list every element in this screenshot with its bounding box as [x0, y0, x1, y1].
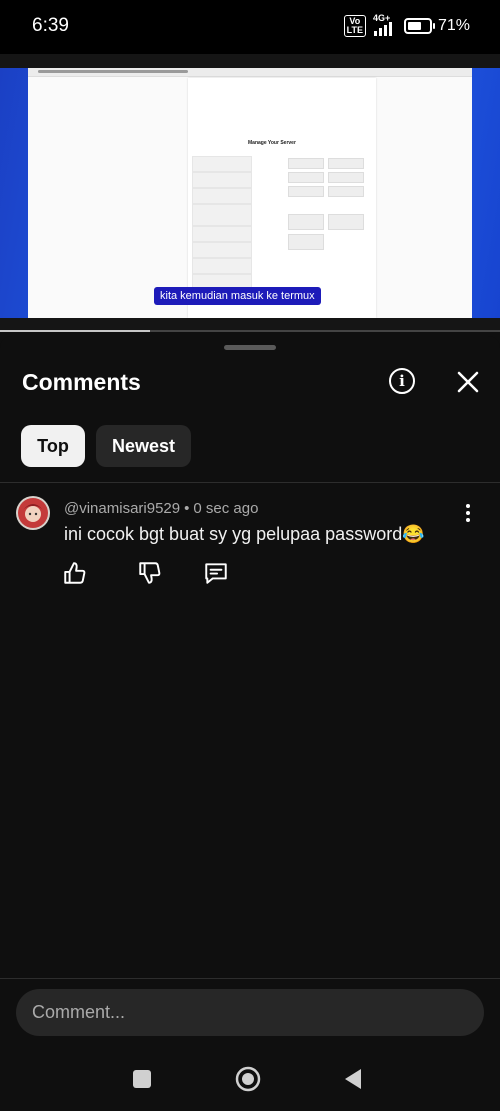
more-vert-icon[interactable] — [462, 502, 474, 524]
filter-chip-newest[interactable]: Newest — [96, 425, 191, 467]
video-server-panel: Manage Your Server — [188, 78, 376, 318]
avatar[interactable] — [16, 496, 50, 530]
filter-chip-top[interactable]: Top — [21, 425, 85, 467]
status-bar: 6:39 Vo LTE 4G+ 71% — [0, 0, 500, 54]
thumbs-up-icon[interactable] — [62, 560, 88, 586]
system-nav-bar — [0, 1048, 500, 1111]
video-page-heading: Manage Your Server — [248, 140, 296, 146]
status-time: 6:39 — [32, 15, 69, 36]
reply-icon[interactable] — [203, 560, 229, 586]
close-icon[interactable] — [455, 369, 481, 395]
volte-icon: Vo LTE — [343, 15, 366, 37]
comments-sheet: Comments i Top Newest @vinamisari9529 • 0 … — [0, 336, 500, 1048]
battery-percent: 71% — [437, 17, 470, 34]
comment-input[interactable] — [16, 989, 484, 1036]
status-icons: Vo LTE 4G+ 71% — [343, 13, 470, 37]
video-progress-played — [0, 330, 150, 332]
comments-title: Comments — [22, 369, 141, 395]
square-icon[interactable] — [133, 1070, 151, 1088]
signal-icon: 4G+ — [372, 13, 398, 36]
thumbs-down-icon[interactable] — [137, 560, 163, 586]
home-circle-icon[interactable] — [235, 1066, 261, 1092]
video-progress-bar[interactable] — [0, 330, 500, 332]
input-divider — [0, 978, 500, 979]
video-frame: Manage Your Server kita kemudian masuk k… — [0, 68, 500, 318]
comment-meta: @vinamisari9529 • 0 sec ago — [64, 500, 259, 517]
comment-item: @vinamisari9529 • 0 sec ago ini cocok bgt … — [0, 494, 500, 594]
back-triangle-icon[interactable] — [343, 1067, 363, 1091]
comment-text: ini cocok bgt buat sy yg pelupaa passwor… — [64, 524, 425, 544]
video-caption: kita kemudian masuk ke termux — [154, 287, 321, 305]
video-player[interactable]: Manage Your Server kita kemudian masuk k… — [0, 54, 500, 332]
comment-author[interactable]: @vinamisari9529 — [64, 500, 180, 517]
video-browser-screen: Manage Your Server — [28, 68, 472, 318]
battery-icon — [403, 18, 435, 34]
header-divider — [0, 482, 500, 483]
drag-handle[interactable] — [224, 345, 276, 350]
info-icon[interactable]: i — [389, 368, 415, 394]
comment-time: 0 sec ago — [193, 500, 259, 517]
